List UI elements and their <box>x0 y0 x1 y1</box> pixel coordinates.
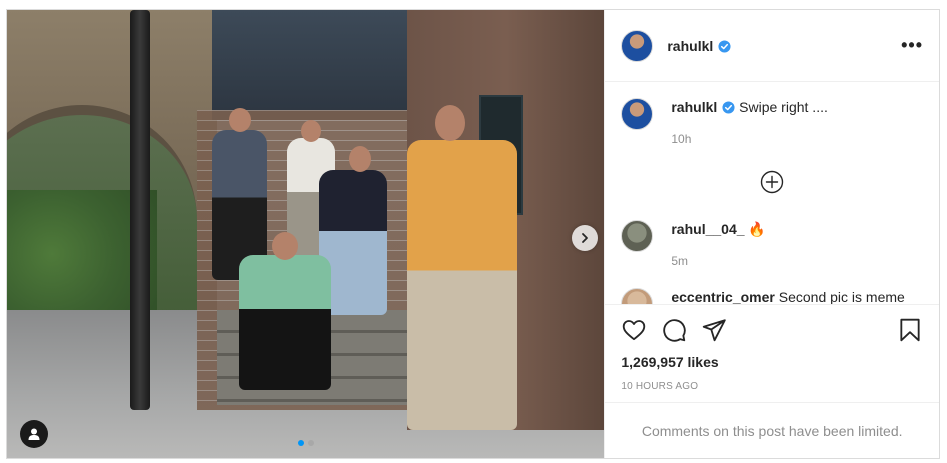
post-card: rahulkl ••• rahulkl Swipe right .... 10h… <box>6 9 940 459</box>
comments-limited-notice: Comments on this post have been limited. <box>605 402 939 458</box>
caption-time[interactable]: 10h <box>671 130 828 148</box>
paper-plane-icon[interactable] <box>701 317 727 343</box>
photo-person <box>239 255 331 390</box>
photo-person-head <box>272 232 298 260</box>
carousel-dot-active <box>298 440 304 446</box>
commenter-username[interactable]: eccentric_omer <box>671 289 775 304</box>
next-photo-button[interactable] <box>572 225 598 251</box>
comment-item: rahul__04_ 🔥 5m <box>621 220 923 270</box>
author-avatar[interactable] <box>621 29 654 62</box>
caption-body: rahulkl Swipe right .... 10h <box>671 98 828 148</box>
photo-person-head <box>229 108 251 132</box>
caption: rahulkl Swipe right .... 10h <box>621 98 923 148</box>
comment-body: rahul__04_ 🔥 5m <box>671 220 766 270</box>
tagged-users-button[interactable] <box>20 420 48 448</box>
caption-text: Swipe right .... <box>739 99 828 115</box>
comment-bubble-icon[interactable] <box>661 317 687 343</box>
post-timestamp[interactable]: 10 HOURS AGO <box>621 381 923 392</box>
load-more-comments-button[interactable] <box>621 170 923 194</box>
post-side-panel: rahulkl ••• rahulkl Swipe right .... 10h… <box>604 10 939 458</box>
action-icons <box>621 315 923 345</box>
post-header: rahulkl ••• <box>605 10 939 82</box>
heart-icon[interactable] <box>621 317 647 343</box>
carousel-dot <box>308 440 314 446</box>
photo-lamp-post <box>130 10 150 410</box>
carousel-indicator <box>298 440 314 446</box>
plus-circle-icon <box>760 170 784 194</box>
user-tag-icon <box>28 428 40 440</box>
comment-time[interactable]: 5m <box>671 252 766 270</box>
likes-count[interactable]: 1,269,957 likes <box>621 354 923 370</box>
comment-text: Second pic is meme <box>778 289 905 304</box>
photo-person-head <box>349 146 371 172</box>
author-username[interactable]: rahulkl <box>667 38 731 54</box>
caption-avatar[interactable] <box>621 98 654 130</box>
photo-person-head <box>435 105 465 141</box>
commenter-avatar[interactable] <box>621 220 654 252</box>
chevron-right-icon <box>582 233 588 243</box>
photo-person-head <box>301 120 321 142</box>
commenter-username[interactable]: rahul__04_ <box>671 221 744 237</box>
commenter-avatar[interactable] <box>621 288 654 304</box>
bookmark-icon[interactable] <box>897 317 923 343</box>
verified-badge-icon <box>722 101 735 114</box>
comments-list: rahulkl Swipe right .... 10h rahul__04_ … <box>605 82 939 304</box>
photo-person <box>407 140 517 430</box>
comment-text: 🔥 <box>748 221 766 237</box>
author-username-text[interactable]: rahulkl <box>667 38 713 54</box>
verified-badge-icon <box>718 39 731 53</box>
more-options-button[interactable]: ••• <box>901 35 923 56</box>
comment-body: eccentric_omer Second pic is meme <box>671 288 904 304</box>
caption-username[interactable]: rahulkl <box>671 99 717 115</box>
post-actions: 1,269,957 likes 10 HOURS AGO <box>605 304 939 392</box>
comment-item: eccentric_omer Second pic is meme <box>621 288 923 304</box>
post-photo[interactable] <box>7 10 605 458</box>
